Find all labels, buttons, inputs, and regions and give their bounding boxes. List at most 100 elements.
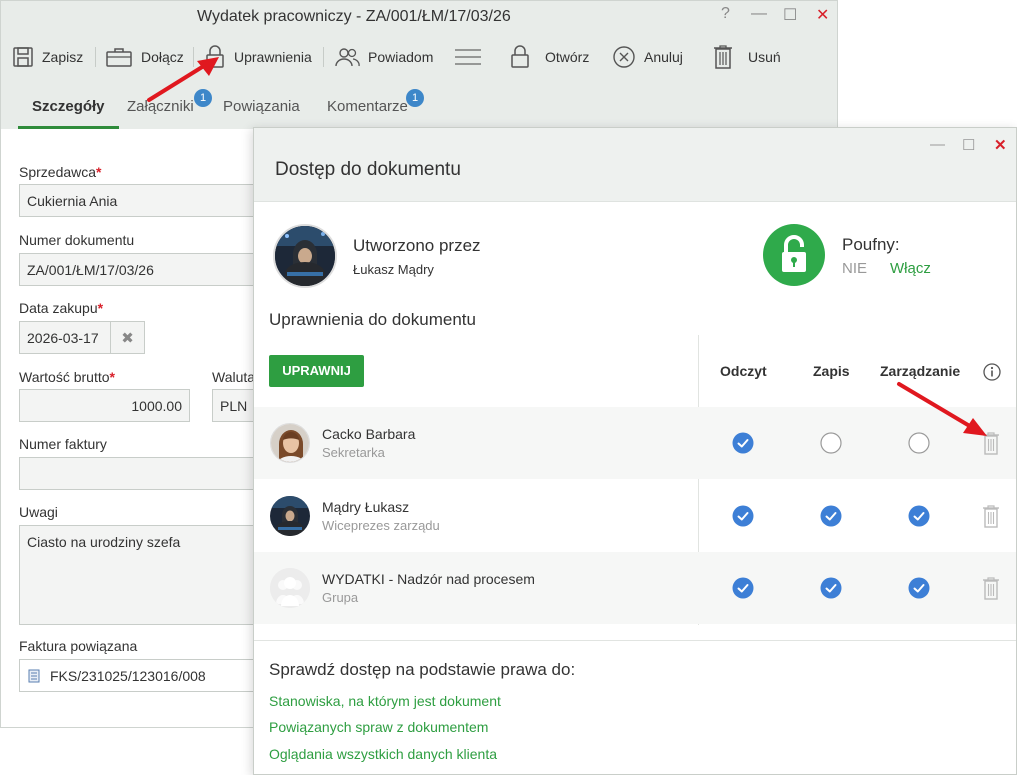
write-checkbox[interactable] — [820, 577, 842, 599]
more-menu-button[interactable] — [453, 41, 483, 73]
padlock-icon — [204, 45, 226, 69]
document-icon — [28, 669, 40, 683]
minimize-icon[interactable]: — — [751, 5, 767, 23]
write-checkbox[interactable] — [820, 505, 842, 527]
read-checkbox[interactable] — [732, 577, 754, 599]
maximize-icon[interactable]: ☐ — [783, 5, 797, 25]
gross-value-field[interactable]: 1000.00 — [19, 389, 190, 422]
briefcase-icon — [105, 46, 133, 68]
doc-number-field[interactable]: ZA/001/ŁM/17/03/26 — [19, 253, 259, 286]
read-checkbox[interactable] — [732, 505, 754, 527]
remove-permission-trash-icon[interactable] — [982, 576, 1000, 600]
window-title: Wydatek pracowniczy - ZA/001/ŁM/17/03/26 — [197, 8, 511, 25]
check-position-link[interactable]: Stanowiska, na którym jest dokument — [269, 693, 501, 709]
section-divider — [254, 640, 1016, 641]
group-avatar — [270, 568, 310, 608]
created-by-name: Łukasz Mądry — [353, 262, 434, 277]
check-related-cases-link[interactable]: Powiązanych spraw z dokumentem — [269, 719, 488, 735]
permissions-section-title: Uprawnienia do dokumentu — [269, 310, 476, 329]
manage-checkbox[interactable] — [908, 432, 930, 454]
linked-invoice-field[interactable]: FKS/231025/123016/008 — [19, 659, 259, 692]
confidential-label: Poufny: — [842, 235, 900, 254]
remove-permission-trash-icon[interactable] — [982, 504, 1000, 528]
column-write-header: Zapis — [813, 363, 850, 379]
toolbar-divider — [193, 47, 194, 67]
cancel-button[interactable]: Anuluj — [612, 41, 683, 73]
tab-bar: Szczegóły Załączniki 1 Powiązania Koment… — [1, 85, 839, 129]
floppy-disk-icon — [12, 46, 34, 68]
cancel-label: Anuluj — [644, 49, 683, 65]
notes-label: Uwagi — [19, 504, 58, 520]
notes-field[interactable]: Ciasto na urodziny szefa — [19, 525, 259, 625]
user-name: Mądry Łukasz — [322, 499, 410, 515]
user-name: Cacko Barbara — [322, 426, 416, 442]
grant-permission-button[interactable]: UPRAWNIJ — [269, 355, 364, 387]
enable-confidential-link[interactable]: Włącz — [890, 260, 931, 277]
info-icon[interactable] — [983, 363, 1001, 381]
trash-icon — [712, 44, 734, 70]
help-icon[interactable]: ? — [721, 5, 730, 23]
unlock-icon[interactable] — [763, 224, 825, 286]
save-label: Zapisz — [42, 49, 84, 65]
linked-invoice-label: Faktura powiązana — [19, 638, 138, 654]
people-icon — [334, 46, 360, 68]
notify-button[interactable]: Powiadom — [334, 41, 433, 73]
permissions-button[interactable]: Uprawnienia — [204, 41, 312, 73]
invoice-number-label: Numer faktury — [19, 436, 107, 452]
doc-number-label: Numer dokumentu — [19, 232, 135, 248]
tab-comments[interactable]: Komentarze — [327, 85, 408, 129]
tab-relations[interactable]: Powiązania — [223, 85, 300, 129]
window-titlebar: Wydatek pracowniczy - ZA/001/ŁM/17/03/26… — [1, 1, 839, 33]
dialog-minimize-icon[interactable]: — — [930, 136, 945, 153]
linked-invoice-value[interactable]: FKS/231025/123016/008 — [50, 668, 206, 684]
confidential-value: NIE — [842, 260, 868, 277]
dialog-title: Dostęp do dokumentu — [275, 159, 461, 180]
hamburger-menu-icon — [453, 46, 483, 68]
delete-button[interactable]: Usuń — [712, 41, 781, 73]
group-type: Grupa — [322, 590, 359, 605]
clear-date-icon[interactable]: ✖ — [110, 321, 145, 354]
permission-row: Cacko Barbara Sekretarka — [254, 407, 1016, 479]
circle-x-icon — [612, 45, 636, 69]
manage-checkbox[interactable] — [908, 505, 930, 527]
save-button[interactable]: Zapisz — [12, 41, 83, 73]
purchase-date-label: Data zakupu* — [19, 300, 104, 316]
invoice-number-field[interactable] — [19, 457, 259, 490]
toolbar-divider — [323, 47, 324, 67]
toolbar-divider — [95, 47, 96, 67]
comments-count-badge: 1 — [406, 89, 424, 107]
tab-attachments[interactable]: Załączniki — [127, 85, 194, 129]
attach-button[interactable]: Dołącz — [105, 41, 184, 73]
remove-permission-trash-icon[interactable] — [982, 431, 1000, 455]
padlock-icon — [509, 45, 531, 69]
dialog-header: Dostęp do dokumentu — ☐ ✕ — [254, 128, 1016, 202]
dialog-maximize-icon[interactable]: ☐ — [962, 136, 975, 154]
attach-label: Dołącz — [141, 49, 184, 65]
permission-row: Mądry Łukasz Wiceprezes zarządu — [254, 480, 1016, 552]
open-button[interactable]: Otwórz — [509, 41, 589, 73]
creator-avatar — [273, 224, 337, 288]
permissions-label: Uprawnienia — [234, 49, 312, 65]
check-access-title: Sprawdź dostęp na podstawie prawa do: — [269, 660, 576, 679]
tab-details[interactable]: Szczegóły — [18, 85, 119, 129]
currency-label: Waluta — [212, 369, 256, 385]
read-checkbox[interactable] — [732, 432, 754, 454]
purchase-date-field[interactable]: 2026-03-17 — [19, 321, 111, 354]
user-avatar — [270, 423, 310, 463]
user-role: Sekretarka — [322, 445, 385, 460]
user-avatar — [270, 496, 310, 536]
close-icon[interactable]: ✕ — [816, 5, 829, 25]
column-read-header: Odczyt — [720, 363, 767, 379]
manage-checkbox[interactable] — [908, 577, 930, 599]
notify-label: Powiadom — [368, 49, 434, 65]
column-manage-header: Zarządzanie — [880, 363, 961, 379]
write-checkbox[interactable] — [820, 432, 842, 454]
group-name: WYDATKI - Nadzór nad procesem — [322, 571, 535, 587]
delete-label: Usuń — [748, 49, 781, 65]
check-client-data-link[interactable]: Oglądania wszystkich danych klienta — [269, 746, 497, 762]
dialog-close-icon[interactable]: ✕ — [994, 136, 1007, 154]
user-role: Wiceprezes zarządu — [322, 518, 440, 533]
attachments-count-badge: 1 — [194, 89, 212, 107]
seller-label: Sprzedawca* — [19, 164, 102, 180]
seller-field[interactable]: Cukiernia Ania — [19, 184, 259, 217]
